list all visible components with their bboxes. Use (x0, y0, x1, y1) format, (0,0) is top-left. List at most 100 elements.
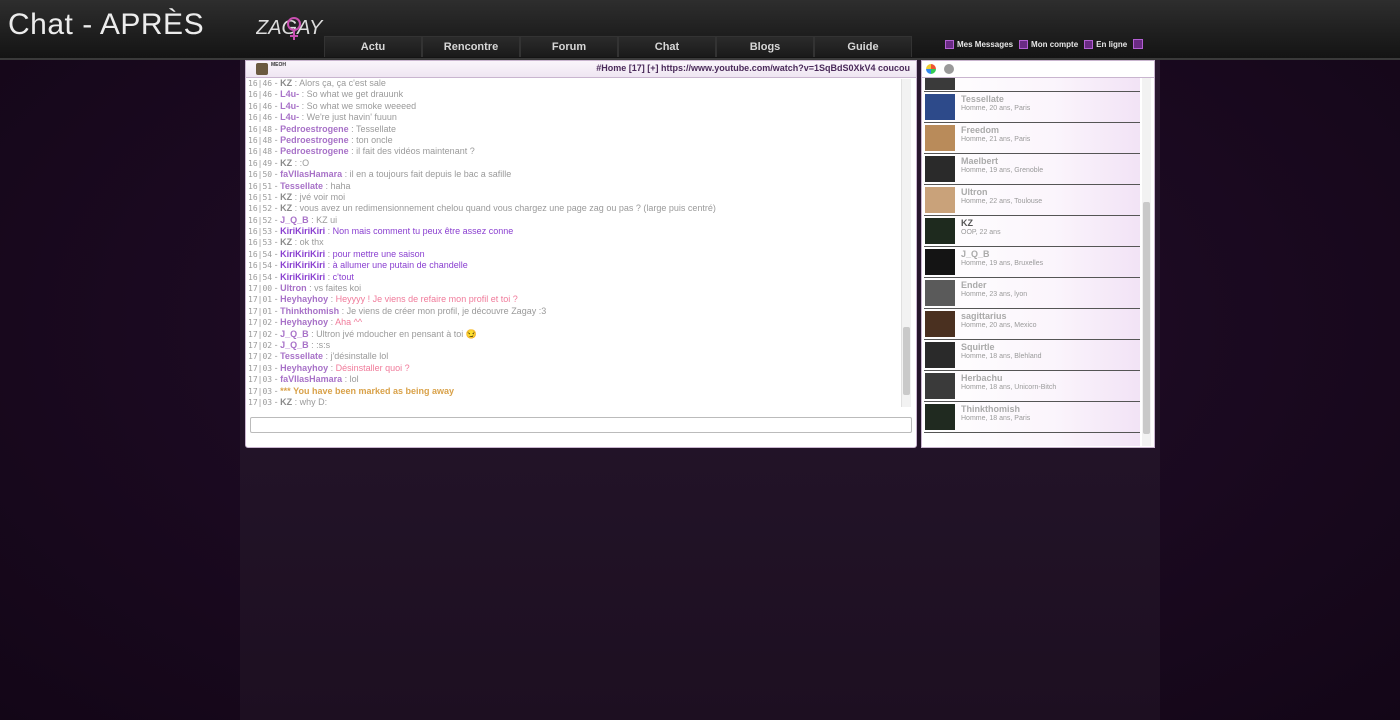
message-author[interactable]: Heyhayhoy (280, 317, 328, 327)
separator: - (272, 294, 281, 305)
separator: : (348, 146, 357, 157)
message-author[interactable]: KZ (280, 192, 292, 202)
info-icon[interactable] (944, 64, 954, 74)
message-row: 17|03 - faVIlasHamara : lol (248, 374, 902, 385)
nav-rencontre[interactable]: Rencontre (422, 36, 520, 57)
separator: - (272, 157, 281, 168)
avatar (925, 156, 955, 182)
separator: : (325, 226, 333, 237)
user-name: Ender (961, 280, 987, 290)
separator: - (272, 305, 281, 316)
message-author[interactable]: KZ (280, 397, 292, 407)
message-author[interactable]: Heyhayhoy (280, 294, 328, 304)
users-scroll-thumb[interactable] (1143, 202, 1150, 434)
user-name: KZ (961, 218, 973, 228)
message-text: Non mais comment tu peux être assez conn… (332, 226, 514, 237)
user-item[interactable]: Ultron Homme, 22 ans, Toulouse (924, 185, 1140, 216)
message-author[interactable]: Pedroestrogene (280, 135, 349, 145)
message-author[interactable]: L4u- (280, 112, 299, 122)
mon-compte-link[interactable]: Mon compte (1019, 39, 1078, 49)
message-row: 16|52 - KZ : vous avez un redimensionnem… (248, 203, 902, 214)
user-item[interactable]: Ender Homme, 23 ans, lyon (924, 278, 1140, 309)
user-name: Freedom (961, 125, 1000, 135)
separator: - (272, 214, 281, 225)
search-icon (1084, 39, 1094, 49)
message-text: Désinstaller quoi ? (335, 362, 410, 373)
mes-messages-link[interactable]: Mes Messages (945, 39, 1013, 49)
nav-actu[interactable]: Actu (324, 36, 422, 57)
user-info: Homme, 18 ans, Paris (961, 415, 1031, 422)
message-author[interactable]: KZ (280, 203, 292, 213)
message-author[interactable]: Pedroestrogene (280, 146, 349, 156)
user-item[interactable]: sagittarius Homme, 20 ans, Mexico (924, 309, 1140, 340)
message-time: 16|53 (248, 227, 273, 237)
message-text: why D: (299, 396, 328, 407)
separator: - (272, 237, 281, 248)
message-author[interactable]: J_Q_B (280, 215, 309, 225)
channel-topic[interactable]: #Home [17] [+] https://www.youtube.com/w… (596, 63, 910, 73)
message-author[interactable]: Tessellate (280, 181, 323, 191)
user-item[interactable]: Tessellate Homme, 20 ans, Paris (924, 92, 1140, 123)
message-time: 16|48 (248, 147, 273, 157)
nav-blogs[interactable]: Blogs (716, 36, 814, 57)
message-author[interactable]: Tessellate (280, 351, 323, 361)
nav-guide[interactable]: Guide (814, 36, 912, 57)
user-list: Tessellate Homme, 20 ans, Paris Freedom Hom… (924, 78, 1140, 446)
message-time: 16|53 (248, 238, 273, 248)
user-item[interactable]: Thinkthomish Homme, 18 ans, Paris (924, 402, 1140, 433)
message-author[interactable]: Ultron (280, 283, 307, 293)
en-ligne-link[interactable]: En ligne (1084, 39, 1127, 49)
avatar (925, 342, 955, 368)
message-author[interactable]: KiriKiriKiri (280, 226, 325, 236)
message-author[interactable]: KZ (280, 78, 292, 88)
separator: : (299, 100, 307, 111)
message-author[interactable]: L4u- (280, 89, 299, 99)
message-author[interactable]: faVIlasHamara (280, 374, 342, 384)
user-item[interactable]: Squirtle Homme, 18 ans, Blehland (924, 340, 1140, 371)
message-author[interactable]: Heyhayhoy (280, 363, 328, 373)
chat-scrollbar[interactable] (901, 79, 911, 407)
user-item-partial[interactable] (924, 78, 1140, 92)
message-row: 17|02 - J_Q_B : :s:s (248, 340, 902, 351)
message-author[interactable]: L4u- (280, 101, 299, 111)
separator: - (272, 351, 281, 362)
message-author[interactable]: KiriKiriKiri (280, 260, 325, 270)
separator: : (292, 396, 300, 407)
user-item[interactable]: Maelbert Homme, 19 ans, Grenoble (924, 154, 1140, 185)
message-author[interactable]: KZ (280, 237, 292, 247)
message-author[interactable]: KiriKiriKiri (280, 272, 325, 282)
user-item[interactable]: Herbachu Homme, 18 ans, Unicorn-Bitch (924, 371, 1140, 402)
channel-tag: MEOH (271, 62, 286, 68)
message-text: Heyyyy ! Je viens de refaire mon profil … (335, 294, 518, 305)
message-row: 16|48 - Pedroestrogene : il fait des vid… (248, 146, 902, 157)
separator: : (308, 339, 317, 350)
chat-input[interactable] (250, 417, 912, 433)
user-info: Homme, 21 ans, Paris (961, 136, 1031, 143)
user-item[interactable]: KZ OOP, 22 ans (924, 216, 1140, 247)
message-text: You have been marked as being away (293, 385, 455, 396)
message-author[interactable]: KZ (280, 158, 292, 168)
nav-forum[interactable]: Forum (520, 36, 618, 57)
nav-chat[interactable]: Chat (618, 36, 716, 57)
message-text: vs faites koi (314, 283, 362, 294)
separator: - (272, 78, 281, 88)
message-author[interactable]: KiriKiriKiri (280, 249, 325, 259)
user-item[interactable]: J_Q_B Homme, 19 ans, Bruxelles (924, 247, 1140, 278)
message-time: 16|51 (248, 181, 273, 191)
message-author[interactable]: J_Q_B (280, 329, 309, 339)
message-author[interactable]: faVIlasHamara (280, 169, 342, 179)
message-author[interactable]: J_Q_B (280, 340, 309, 350)
users-scrollbar[interactable] (1142, 78, 1151, 446)
message-time: 16|48 (248, 124, 273, 134)
chat-scroll-thumb[interactable] (903, 327, 910, 395)
user-name: Squirtle (961, 342, 995, 352)
message-author[interactable]: Pedroestrogene (280, 124, 349, 134)
logout-icon[interactable] (1133, 39, 1144, 49)
message-text: Aha ^^ (335, 317, 363, 328)
message-author[interactable]: *** (280, 386, 291, 396)
message-row: 17|02 - Tessellate : j'désinstalle lol (248, 351, 902, 362)
user-item[interactable]: Freedom Homme, 21 ans, Paris (924, 123, 1140, 154)
color-wheel-icon[interactable] (926, 64, 936, 74)
separator: - (272, 146, 281, 157)
message-author[interactable]: Thinkthomish (280, 306, 339, 316)
